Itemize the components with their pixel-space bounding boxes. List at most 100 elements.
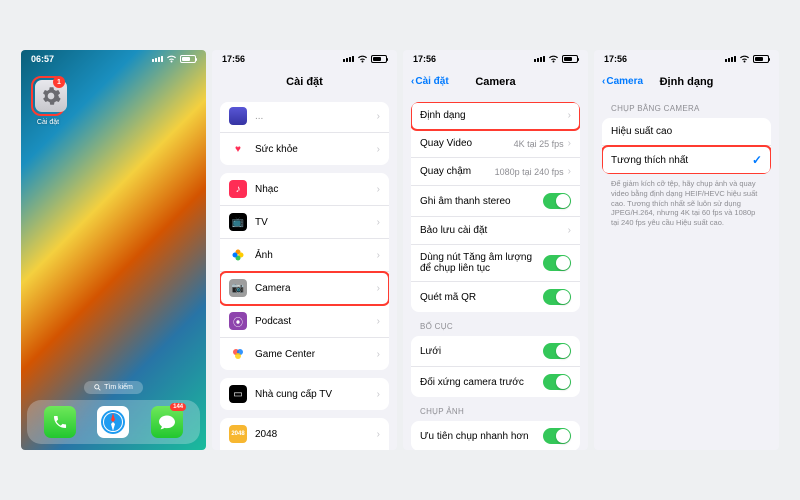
battery-icon	[371, 55, 387, 63]
wifi-icon	[739, 55, 750, 63]
row-most-compatible[interactable]: Tương thích nhất✓	[602, 146, 771, 174]
back-button[interactable]: ‹Camera	[602, 76, 643, 87]
phone-icon	[52, 414, 68, 430]
row-high-efficiency[interactable]: Hiệu suất cao	[602, 118, 771, 146]
toggle-switch[interactable]	[543, 193, 571, 209]
chevron-right-icon: ›	[377, 316, 380, 327]
chevron-right-icon: ›	[377, 217, 380, 228]
settings-row-health[interactable]: ♥Sức khỏe›	[220, 133, 389, 165]
settings-screen: 17:56 Cài đặt ...› ♥Sức khỏe› ♪Nhạc› 📺TV…	[212, 50, 397, 450]
toggle-switch[interactable]	[543, 374, 571, 390]
row-formats[interactable]: Định dạng›	[411, 102, 580, 130]
toggle-switch[interactable]	[543, 428, 571, 444]
row-stereo-audio[interactable]: Ghi âm thanh stereo	[411, 186, 580, 217]
row-volume-burst[interactable]: Dùng nút Tăng âm lượng để chụp liên tục	[411, 245, 580, 282]
section-footer: Để giảm kích cỡ tệp, hãy chụp ảnh và qua…	[602, 174, 771, 228]
chevron-right-icon: ›	[377, 250, 380, 261]
chevron-left-icon: ‹	[602, 76, 605, 87]
settings-row-tv[interactable]: 📺TV›	[220, 206, 389, 239]
cellular-signal-icon	[343, 56, 354, 62]
status-time: 06:57	[31, 54, 54, 64]
list-item[interactable]: ...›	[220, 102, 389, 133]
settings-row-camera[interactable]: 📷Camera›	[220, 272, 389, 305]
nav-header: ‹Camera Định dạng	[594, 68, 779, 94]
gear-icon	[41, 86, 61, 106]
battery-icon	[753, 55, 769, 63]
tv-provider-icon: ▭	[229, 385, 247, 403]
spotlight-search[interactable]: Tìm kiếm	[84, 381, 143, 394]
messages-app[interactable]: 144	[151, 406, 183, 438]
status-time: 17:56	[413, 54, 436, 64]
battery-icon	[180, 55, 196, 63]
camera-icon: 📷	[229, 279, 247, 297]
camera-settings-list[interactable]: Định dạng› Quay Video4K tại 25 fps› Quay…	[403, 94, 588, 450]
app-icon	[229, 107, 247, 125]
settings-row-photos[interactable]: Ảnh›	[220, 239, 389, 272]
cellular-signal-icon	[725, 56, 736, 62]
photos-icon	[229, 246, 247, 264]
battery-icon	[562, 55, 578, 63]
phone-app[interactable]	[44, 406, 76, 438]
status-bar: 17:56	[212, 50, 397, 68]
status-indicators	[152, 55, 196, 63]
status-bar: 06:57	[21, 50, 206, 68]
gamecenter-icon	[229, 345, 247, 363]
settings-row-app[interactable]: 20482048›	[220, 418, 389, 450]
chevron-right-icon: ›	[568, 225, 571, 236]
cellular-signal-icon	[534, 56, 545, 62]
settings-app[interactable]: 1 Cài đặt	[21, 68, 65, 126]
camera-settings-screen: 17:56 ‹Cài đặt Camera Định dạng› Quay Vi…	[403, 50, 588, 450]
status-time: 17:56	[222, 54, 245, 64]
safari-app[interactable]	[97, 406, 129, 438]
row-faster-shooting[interactable]: Ưu tiên chụp nhanh hơn	[411, 421, 580, 450]
wifi-icon	[166, 55, 177, 63]
chevron-right-icon: ›	[377, 349, 380, 360]
toggle-switch[interactable]	[543, 255, 571, 271]
search-icon	[94, 384, 101, 391]
toggle-switch[interactable]	[543, 343, 571, 359]
chevron-right-icon: ›	[568, 110, 571, 121]
chevron-right-icon: ›	[568, 166, 571, 177]
podcast-icon: ⦿	[229, 312, 247, 330]
nav-title: Camera	[475, 76, 515, 88]
toggle-switch[interactable]	[543, 289, 571, 305]
wifi-icon	[548, 55, 559, 63]
formats-list[interactable]: CHỤP BẰNG CAMERA Hiệu suất cao Tương thí…	[594, 94, 779, 450]
settings-row-music[interactable]: ♪Nhạc›	[220, 173, 389, 206]
section-header: BỐ CỤC	[411, 312, 580, 334]
checkmark-icon: ✓	[752, 153, 762, 167]
row-preserve-settings[interactable]: Bảo lưu cài đặt›	[411, 217, 580, 245]
chevron-right-icon: ›	[377, 111, 380, 122]
wifi-icon	[357, 55, 368, 63]
cellular-signal-icon	[152, 56, 163, 62]
nav-title: Định dạng	[660, 76, 714, 88]
row-record-video[interactable]: Quay Video4K tại 25 fps›	[411, 130, 580, 158]
settings-row-podcast[interactable]: ⦿Podcast›	[220, 305, 389, 338]
row-grid[interactable]: Lưới	[411, 336, 580, 367]
app-label: Cài đặt	[31, 119, 65, 126]
chevron-left-icon: ‹	[411, 76, 414, 87]
back-button[interactable]: ‹Cài đặt	[411, 76, 449, 87]
chevron-right-icon: ›	[377, 184, 380, 195]
status-bar: 17:56	[403, 50, 588, 68]
app-icon: 2048	[229, 425, 247, 443]
row-scan-qr[interactable]: Quét mã QR	[411, 282, 580, 312]
formats-screen: 17:56 ‹Camera Định dạng CHỤP BẰNG CAMERA…	[594, 50, 779, 450]
row-mirror-front[interactable]: Đối xứng camera trước	[411, 367, 580, 397]
status-time: 17:56	[604, 54, 627, 64]
heart-icon: ♥	[229, 140, 247, 158]
music-icon: ♪	[229, 180, 247, 198]
dock: 144	[27, 400, 200, 444]
row-record-slomo[interactable]: Quay chậm1080p tại 240 fps›	[411, 158, 580, 186]
section-header: CHỤP ẢNH	[411, 397, 580, 419]
messages-badge: 144	[170, 403, 186, 411]
settings-row-gamecenter[interactable]: Game Center›	[220, 338, 389, 370]
section-header: CHỤP BẰNG CAMERA	[602, 94, 771, 116]
chevron-right-icon: ›	[377, 283, 380, 294]
settings-list[interactable]: ...› ♥Sức khỏe› ♪Nhạc› 📺TV› Ảnh› 📷Camera…	[212, 94, 397, 450]
speech-bubble-icon	[158, 414, 176, 430]
notification-badge: 1	[53, 76, 65, 88]
settings-row-tvprovider[interactable]: ▭Nhà cung cấp TV›	[220, 378, 389, 410]
chevron-right-icon: ›	[377, 389, 380, 400]
status-bar: 17:56	[594, 50, 779, 68]
